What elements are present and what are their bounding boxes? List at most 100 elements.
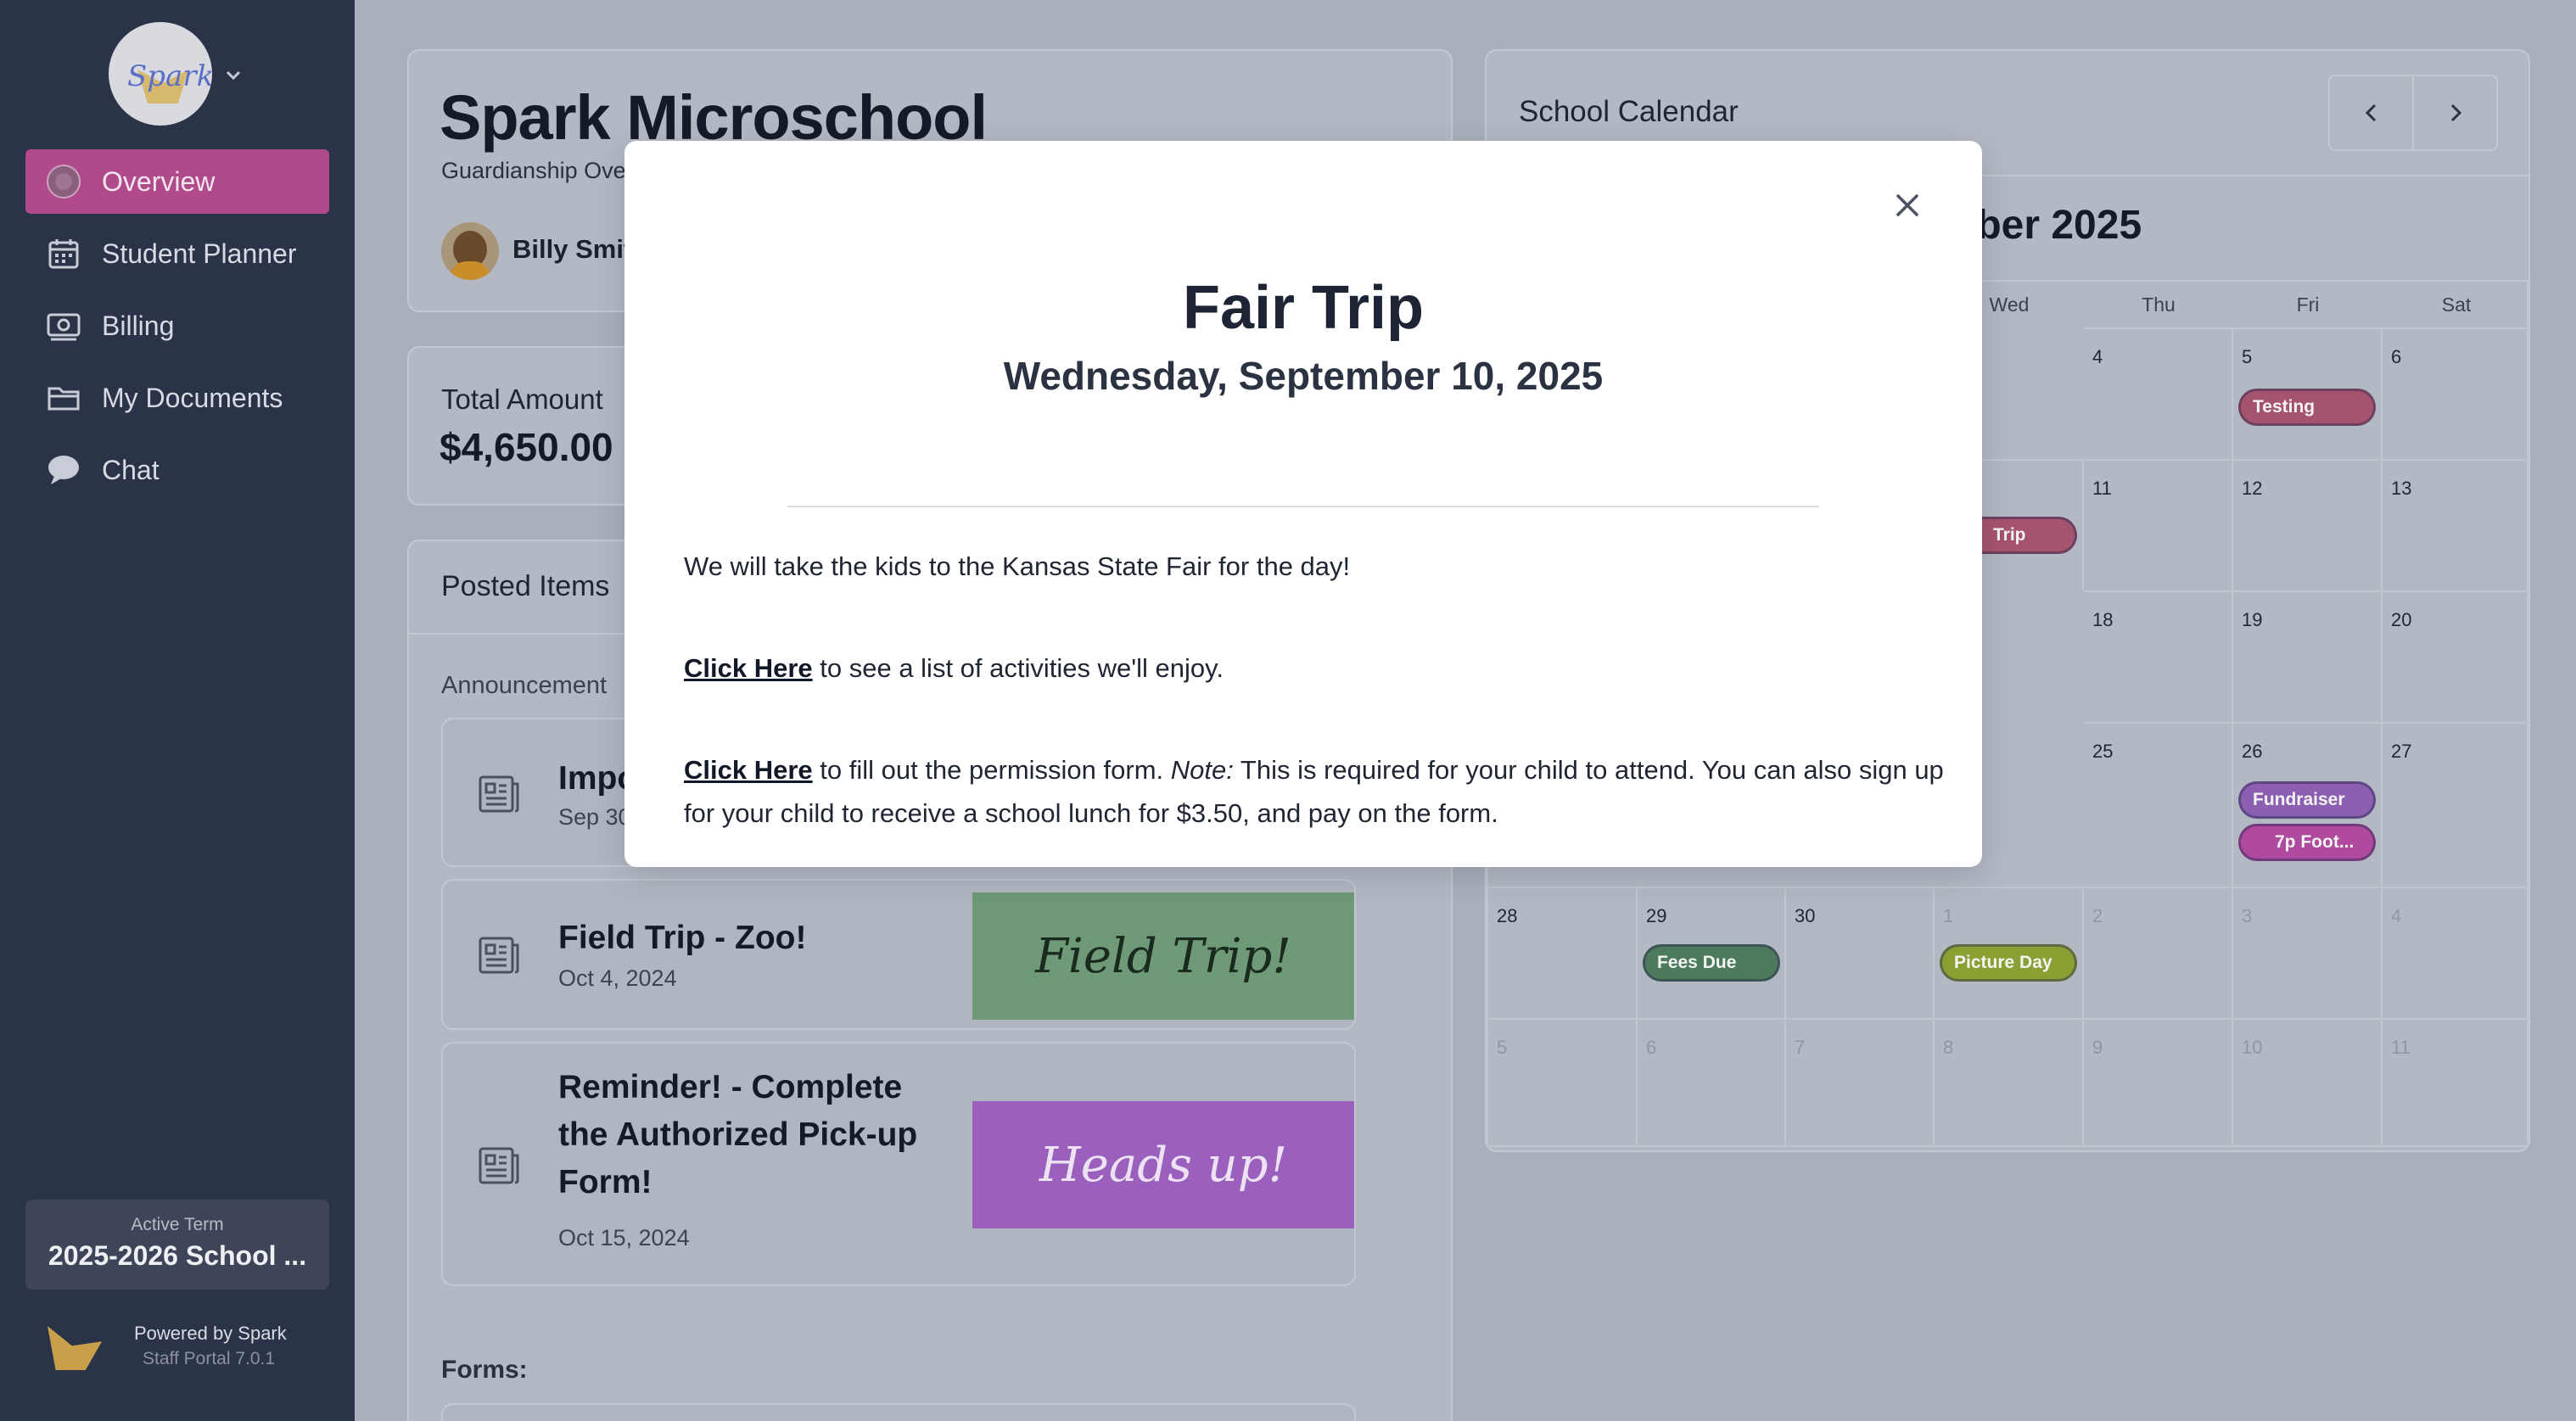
chevron-down-icon[interactable] [222, 64, 244, 87]
nav-overview[interactable]: Overview [25, 149, 329, 214]
nav-billing[interactable]: Billing [25, 294, 329, 358]
post-image: Field Trip! [972, 892, 1354, 1020]
day-number: 25 [2092, 741, 2114, 762]
event-detail-modal: Fair Trip Wednesday, September 10, 2025 … [624, 141, 1982, 867]
calendar-day[interactable]: 7 [1786, 1018, 1935, 1147]
day-number: 4 [2092, 346, 2103, 367]
total-amount-label: Total Amount [441, 383, 603, 415]
active-term-selector[interactable]: Active Term 2025-2026 School ... [25, 1200, 329, 1290]
day-number: 19 [2242, 609, 2263, 630]
calendar-day[interactable]: 5 [1488, 1018, 1638, 1147]
day-number: 11 [2092, 478, 2112, 499]
calendar-day[interactable]: 11 [2383, 1018, 2530, 1147]
modal-body: We will take the kids to the Kansas Stat… [684, 545, 1948, 867]
day-number: 18 [2092, 609, 2114, 630]
calendar-day[interactable]: 1 Picture Day [1935, 887, 2084, 1018]
calendar-day[interactable]: 4 [2383, 887, 2530, 1018]
calendar-day[interactable]: 6 [1638, 1018, 1786, 1147]
weekday-header: Fri [2296, 293, 2320, 316]
calendar-day[interactable]: 3 [2233, 887, 2383, 1018]
calendar-day[interactable]: 28 [1488, 887, 1638, 1018]
list-item[interactable] [441, 1403, 1356, 1421]
calendar-day[interactable]: 5 Testing [2233, 327, 2383, 459]
list-item[interactable]: Field Trip - Zoo! Oct 4, 2024 Field Trip… [441, 879, 1356, 1030]
nav-label: Overview [102, 165, 216, 197]
permission-form-link[interactable]: Click Here [684, 755, 813, 785]
event-testing[interactable]: Testing [2238, 389, 2376, 426]
page-subtitle: Guardianship Ove [441, 158, 626, 183]
next-month-button[interactable] [2414, 76, 2496, 149]
forms-label: Forms: [441, 1356, 528, 1384]
paragraph-text: to fill out the permission form. [812, 755, 1171, 785]
day-number: 5 [2242, 346, 2253, 367]
paragraph-text: to see a list of activities we'll enjoy. [812, 653, 1224, 683]
chevron-left-icon [2365, 103, 2376, 122]
sidebar-nav: Overview Student Planner Billing My Docu… [25, 149, 329, 510]
weekday-header: Sat [2441, 293, 2472, 316]
calendar-day[interactable]: 27 [2383, 722, 2530, 887]
event-fundraiser[interactable]: Fundraiser [2238, 781, 2376, 819]
powered-by: Powered by Spark Staff Portal 7.0.1 [48, 1319, 336, 1375]
total-amount-value: $4,650.00 [440, 425, 613, 469]
calendar-day[interactable]: 4 [2084, 327, 2233, 459]
calendar-icon [46, 236, 81, 271]
calendar-day[interactable]: 19 [2233, 590, 2383, 722]
calendar-day[interactable]: 10 [2233, 1018, 2383, 1147]
day-number: 13 [2391, 478, 2412, 499]
calendar-day[interactable]: 9 [2084, 1018, 2233, 1147]
day-number: 12 [2242, 478, 2263, 499]
calendar-day[interactable]: 26 Fundraiser 7p Foot... [2233, 722, 2383, 887]
post-image: Heads up! [972, 1101, 1354, 1228]
avatar[interactable] [441, 222, 499, 280]
calendar-day[interactable]: 30 [1786, 887, 1935, 1018]
calendar-day[interactable]: 11 [2084, 459, 2233, 590]
sidebar: Spark Overview Student Planner Billing M… [0, 0, 355, 1421]
child-name[interactable]: Billy Smit [512, 234, 632, 265]
version-text: Staff Portal 7.0.1 [143, 1349, 276, 1368]
close-button[interactable] [1887, 185, 1928, 226]
event-fees-due[interactable]: Fees Due [1643, 944, 1780, 982]
day-number: 26 [2242, 741, 2263, 762]
nav-student-planner[interactable]: Student Planner [25, 221, 329, 286]
day-number: 2 [2092, 905, 2103, 926]
list-item[interactable]: Reminder! - Complete the Authorized Pick… [441, 1042, 1356, 1286]
chevron-right-icon [2450, 103, 2461, 122]
nav-my-documents[interactable]: My Documents [25, 366, 329, 430]
post-title: Field Trip - Zoo! [558, 920, 807, 956]
newspaper-icon [479, 937, 519, 974]
calendar-nav [2328, 75, 2498, 151]
calendar-day[interactable]: 13 [2383, 459, 2530, 590]
school-logo[interactable]: Spark [109, 22, 212, 126]
term-value: 2025-2026 School ... [48, 1240, 307, 1271]
term-label: Active Term [131, 1215, 224, 1234]
day-number: 6 [1646, 1037, 1657, 1058]
spark-logo-icon [48, 1326, 102, 1370]
day-number: 10 [2242, 1037, 2263, 1058]
calendar-day[interactable]: 8 [1935, 1018, 2084, 1147]
calendar-day[interactable]: 2 [2084, 887, 2233, 1018]
day-number: 9 [2092, 1037, 2103, 1058]
modal-paragraph: We will take the kids to the Kansas Stat… [684, 551, 1351, 581]
weekday-header: Thu [2142, 293, 2176, 316]
calendar-day[interactable]: 18 [2084, 590, 2233, 722]
calendar-day[interactable]: 6 [2383, 327, 2530, 459]
calendar-day[interactable]: 29 Fees Due [1638, 887, 1786, 1018]
modal-paragraph: Click Here to fill out the permission fo… [684, 748, 1948, 835]
folder-icon [46, 380, 81, 416]
calendar-day[interactable]: 12 [2233, 459, 2383, 590]
activities-link[interactable]: Click Here [684, 653, 813, 683]
day-number: 4 [2391, 905, 2402, 926]
chat-icon [46, 452, 81, 488]
event-picture-day[interactable]: Picture Day [1940, 944, 2077, 982]
calendar-day[interactable]: 20 [2383, 590, 2530, 722]
day-number: 1 [1943, 905, 1954, 926]
overview-icon [46, 164, 81, 199]
calendar-day[interactable]: 25 [2084, 722, 2233, 887]
nav-label: Billing [102, 310, 175, 341]
prev-month-button[interactable] [2330, 76, 2414, 149]
nav-chat[interactable]: Chat [25, 438, 329, 502]
post-date: Sep 30 [558, 804, 631, 830]
modal-paragraph: Click Here to see a list of activities w… [684, 646, 1948, 690]
event-football[interactable]: 7p Foot... [2238, 824, 2376, 861]
logo-text: Spark [127, 59, 212, 93]
